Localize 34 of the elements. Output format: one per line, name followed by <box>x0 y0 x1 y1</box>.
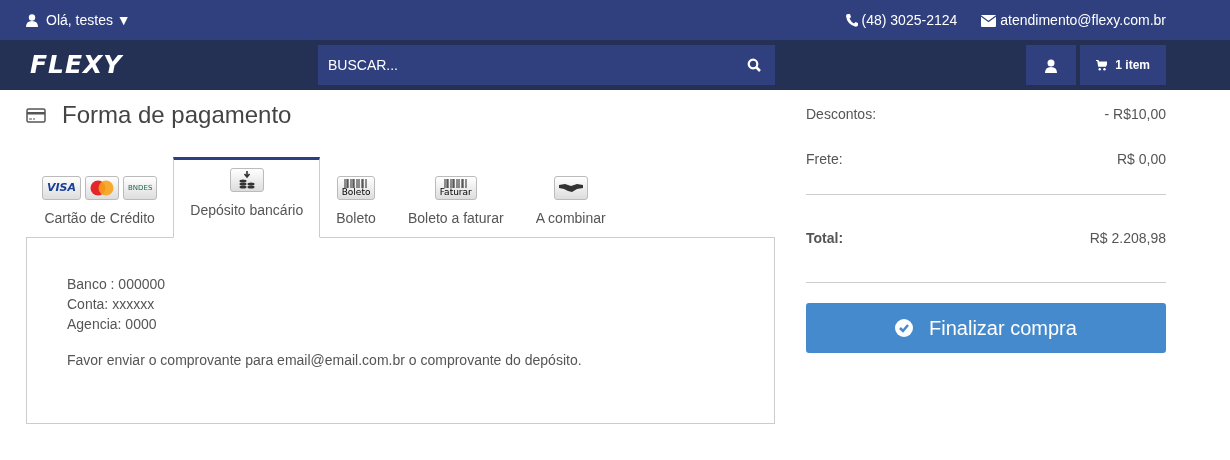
payment-tab[interactable]: Faturar Boleto a faturar <box>391 166 520 237</box>
summary-value: R$ 2.208,98 <box>1089 229 1166 248</box>
logo[interactable]: FLEXY <box>30 50 123 80</box>
instructions-text: Favor enviar o comprovante para email@email.com.br o comprovante do depósito. <box>67 351 583 370</box>
user-menu[interactable]: Olá, testes ▼ <box>46 9 131 31</box>
account-detail: Banco : 000000 <box>67 275 167 294</box>
handshake-icon <box>558 183 583 193</box>
section-title: Forma de pagamento <box>62 100 292 130</box>
payment-tab[interactable]: A combinar <box>519 166 622 237</box>
summary-value: R$ 0,00 <box>1116 150 1166 169</box>
summary-label: Total: <box>806 229 844 248</box>
account-detail: Conta: xxxxxx <box>67 295 156 314</box>
cart-icon <box>1096 59 1108 71</box>
coins-icon <box>237 171 256 189</box>
search-field[interactable]: BUSCAR... <box>318 45 775 85</box>
barcode-icon: Boleto <box>336 176 376 200</box>
check-circle-icon <box>895 319 914 337</box>
account-detail: Agencia: 0000 <box>67 315 158 334</box>
summary-value: - R$10,00 <box>1104 105 1166 124</box>
credit-card-icon <box>26 107 46 123</box>
phone-number: (48) 3025-2124 <box>861 10 958 30</box>
checkout-button[interactable]: Finalizar compra <box>806 303 1166 353</box>
card-logo: VISA <box>42 176 82 200</box>
summary-label: Descontos: <box>806 105 877 124</box>
card-logo <box>89 180 116 196</box>
account-button[interactable] <box>1026 45 1076 85</box>
search-icon[interactable] <box>747 58 761 72</box>
payment-tab[interactable]: Boleto Boleto <box>320 166 392 237</box>
cart-button[interactable]: 1 item <box>1080 45 1166 85</box>
barcode-icon: Faturar <box>434 176 477 200</box>
summary-label: Frete: <box>806 150 843 169</box>
email-link[interactable]: atendimento@flexy.com.br <box>1000 9 1166 31</box>
user-icon <box>1045 58 1057 73</box>
payment-tab[interactable]: Depósito bancário <box>173 157 321 238</box>
